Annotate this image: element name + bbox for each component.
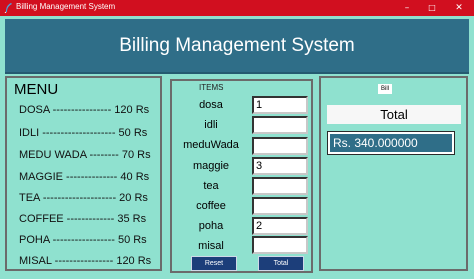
menu-item-poha: POHA ----------------- 50 Rs — [19, 234, 147, 246]
menu-panel: MENU DOSA ---------------- 120 Rs IDLI -… — [5, 76, 162, 271]
item-label-idli: idli — [204, 119, 218, 131]
menu-item-tea: TEA -------------------- 20 Rs — [19, 192, 148, 204]
menu-item-misal: MISAL ---------------- 120 Rs — [19, 255, 152, 267]
menu-item-medu-wada: MEDU WADA -------- 70 Rs — [19, 149, 151, 161]
item-label-dosa: dosa — [199, 99, 223, 111]
total-amount-display: Rs. 340.000000 — [328, 132, 454, 154]
minimize-button[interactable]: – — [396, 0, 418, 16]
menu-heading: MENU — [14, 81, 59, 98]
app-title: Billing Management System — [119, 35, 355, 56]
menu-item-maggie: MAGGIE -------------- 40 Rs — [19, 171, 150, 183]
reset-button[interactable]: Reset — [191, 256, 237, 271]
menu-item-dosa: DOSA ---------------- 120 Rs — [19, 104, 150, 116]
item-label-poha: poha — [198, 220, 224, 232]
total-button[interactable]: Total — [258, 256, 304, 271]
medu-wada-quantity-input[interactable] — [252, 137, 308, 155]
item-label-medu-wada: meduWada — [183, 139, 239, 151]
item-label-tea: tea — [203, 180, 219, 192]
close-button[interactable]: ✕ — [448, 0, 470, 16]
window-title: Billing Management System — [16, 2, 116, 11]
item-label-misal: misal — [198, 240, 224, 252]
poha-quantity-input[interactable] — [252, 217, 308, 235]
dosa-quantity-input[interactable] — [252, 96, 308, 114]
menu-item-idli: IDLI -------------------- 50 Rs — [19, 127, 148, 139]
maggie-quantity-input[interactable] — [252, 157, 308, 175]
idli-quantity-input[interactable] — [252, 116, 308, 134]
feather-app-icon — [4, 3, 12, 13]
items-heading: ITEMS — [199, 83, 224, 92]
items-panel: ITEMS dosa idli meduWada maggie tea coff… — [170, 79, 313, 273]
total-heading: Total — [327, 105, 461, 124]
misal-quantity-input[interactable] — [252, 236, 308, 254]
bill-panel: Bill Total Rs. 340.000000 — [319, 76, 468, 271]
coffee-quantity-input[interactable] — [252, 197, 308, 215]
tea-quantity-input[interactable] — [252, 177, 308, 195]
item-label-maggie: maggie — [192, 160, 230, 172]
item-label-coffee: coffee — [196, 200, 226, 212]
menu-item-coffee: COFFEE ------------- 35 Rs — [19, 213, 147, 225]
maximize-button[interactable]: □ — [421, 0, 443, 16]
app-header: Billing Management System — [5, 19, 469, 74]
bill-badge: Bill — [378, 84, 392, 94]
